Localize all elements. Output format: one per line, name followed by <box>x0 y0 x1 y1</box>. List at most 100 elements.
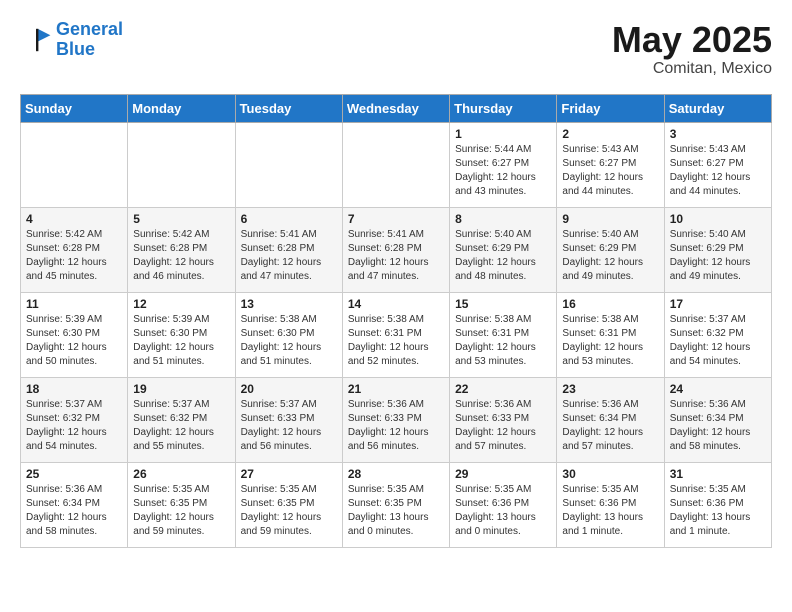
day-number: 25 <box>26 467 122 481</box>
day-number: 3 <box>670 127 766 141</box>
day-info: Sunrise: 5:36 AMSunset: 6:34 PMDaylight:… <box>670 398 766 454</box>
calendar-cell: 3 Sunrise: 5:43 AMSunset: 6:27 PMDaylight… <box>664 122 771 207</box>
calendar-cell: 7Sunrise: 5:41 AMSunset: 6:28 PMDaylight… <box>342 207 449 292</box>
calendar-cell: 4Sunrise: 5:42 AMSunset: 6:28 PMDaylight… <box>21 207 128 292</box>
header-friday: Friday <box>557 94 664 122</box>
calendar-cell: 18 Sunrise: 5:37 AMSunset: 6:32 PMDayligh… <box>21 377 128 462</box>
day-number: 6 <box>241 212 337 226</box>
calendar-cell: 23 Sunrise: 5:36 AMSunset: 6:34 PMDayligh… <box>557 377 664 462</box>
day-info: Sunrise: 5:36 AMSunset: 6:34 PMDaylight:… <box>562 398 658 454</box>
day-info: Sunrise: 5:40 AMSunset: 6:29 PMDaylight:… <box>455 228 551 284</box>
day-info: Sunrise: 5:43 AMSunset: 6:27 PMDaylight:… <box>562 143 658 199</box>
calendar-cell: 22 Sunrise: 5:36 AMSunset: 6:33 PMDayligh… <box>450 377 557 462</box>
day-number: 1 <box>455 127 551 141</box>
calendar-table: Sunday Monday Tuesday Wednesday Thursday… <box>20 94 772 548</box>
day-number: 17 <box>670 297 766 311</box>
day-info: Sunrise: 5:38 AMSunset: 6:31 PMDaylight:… <box>455 313 551 369</box>
calendar-cell: 25Sunrise: 5:36 AMSunset: 6:34 PMDayligh… <box>21 462 128 547</box>
day-number: 9 <box>562 212 658 226</box>
day-number: 12 <box>133 297 229 311</box>
day-info: Sunrise: 5:43 AMSunset: 6:27 PMDaylight:… <box>670 143 766 199</box>
day-number: 15 <box>455 297 551 311</box>
calendar-cell: 20 Sunrise: 5:37 AMSunset: 6:33 PMDayligh… <box>235 377 342 462</box>
week-row-2: 4 Sunrise: 5:42 AMSunset: 6:28 PMDaylight… <box>21 207 772 292</box>
day-number: 18 <box>26 382 122 396</box>
day-number: 20 <box>241 382 337 396</box>
calendar-cell: 8Sunrise: 5:40 AMSunset: 6:29 PMDaylight… <box>450 207 557 292</box>
logo-line2: Blue <box>56 39 95 59</box>
day-info: Sunrise: 5:37 AMSunset: 6:33 PMDaylight:… <box>241 398 337 454</box>
logo-text: General Blue <box>56 20 123 60</box>
day-info: Sunrise: 5:40 AMSunset: 6:29 PMDaylight:… <box>670 228 766 284</box>
calendar-cell: 2 Sunrise: 5:43 AMSunset: 6:27 PMDaylight… <box>557 122 664 207</box>
calendar-cell: 29Sunrise: 5:35 AMSunset: 6:36 PMDayligh… <box>450 462 557 547</box>
header-tuesday: Tuesday <box>235 94 342 122</box>
calendar-cell: 14Sunrise: 5:38 AMSunset: 6:31 PMDayligh… <box>342 292 449 377</box>
day-info: Sunrise: 5:36 AMSunset: 6:33 PMDaylight:… <box>455 398 551 454</box>
day-number: 4 <box>26 212 122 226</box>
day-info: Sunrise: 5:35 AMSunset: 6:36 PMDaylight:… <box>455 483 551 539</box>
calendar-cell: 24 Sunrise: 5:36 AMSunset: 6:34 PMDayligh… <box>664 377 771 462</box>
calendar-cell: 28Sunrise: 5:35 AMSunset: 6:35 PMDayligh… <box>342 462 449 547</box>
day-info: Sunrise: 5:39 AMSunset: 6:30 PMDaylight:… <box>133 313 229 369</box>
day-info: Sunrise: 5:35 AMSunset: 6:35 PMDaylight:… <box>348 483 444 539</box>
week-row-1: 1 Sunrise: 5:44 AMSunset: 6:27 PMDaylight… <box>21 122 772 207</box>
logo: General Blue <box>20 20 123 60</box>
calendar-cell: 17 Sunrise: 5:37 AMSunset: 6:32 PMDayligh… <box>664 292 771 377</box>
day-number: 26 <box>133 467 229 481</box>
day-number: 23 <box>562 382 658 396</box>
title-block: May 2025 Comitan, Mexico <box>612 20 772 78</box>
day-number: 31 <box>670 467 766 481</box>
header-monday: Monday <box>128 94 235 122</box>
calendar-cell: 12 Sunrise: 5:39 AMSunset: 6:30 PMDayligh… <box>128 292 235 377</box>
week-row-3: 11 Sunrise: 5:39 AMSunset: 6:30 PMDayligh… <box>21 292 772 377</box>
calendar-cell: 15 Sunrise: 5:38 AMSunset: 6:31 PMDayligh… <box>450 292 557 377</box>
logo-icon <box>20 24 52 56</box>
day-number: 30 <box>562 467 658 481</box>
calendar-cell: 1 Sunrise: 5:44 AMSunset: 6:27 PMDaylight… <box>450 122 557 207</box>
calendar-cell: 30 Sunrise: 5:35 AMSunset: 6:36 PMDayligh… <box>557 462 664 547</box>
day-info: Sunrise: 5:38 AMSunset: 6:30 PMDaylight:… <box>241 313 337 369</box>
day-info: Sunrise: 5:35 AMSunset: 6:36 PMDaylight:… <box>670 483 766 539</box>
calendar-cell <box>235 122 342 207</box>
calendar-cell: 9Sunrise: 5:40 AMSunset: 6:29 PMDaylight… <box>557 207 664 292</box>
day-info: Sunrise: 5:35 AMSunset: 6:35 PMDaylight:… <box>133 483 229 539</box>
day-number: 27 <box>241 467 337 481</box>
header-wednesday: Wednesday <box>342 94 449 122</box>
calendar-cell: 27 Sunrise: 5:35 AMSunset: 6:35 PMDayligh… <box>235 462 342 547</box>
location: Comitan, Mexico <box>612 60 772 78</box>
logo-line1: General <box>56 19 123 39</box>
day-info: Sunrise: 5:44 AMSunset: 6:27 PMDaylight:… <box>455 143 551 199</box>
day-info: Sunrise: 5:41 AMSunset: 6:28 PMDaylight:… <box>348 228 444 284</box>
week-row-5: 25Sunrise: 5:36 AMSunset: 6:34 PMDayligh… <box>21 462 772 547</box>
calendar-cell <box>21 122 128 207</box>
week-row-4: 18 Sunrise: 5:37 AMSunset: 6:32 PMDayligh… <box>21 377 772 462</box>
page-header: General Blue May 2025 Comitan, Mexico <box>20 20 772 78</box>
day-info: Sunrise: 5:37 AMSunset: 6:32 PMDaylight:… <box>670 313 766 369</box>
header-saturday: Saturday <box>664 94 771 122</box>
month-year: May 2025 <box>612 20 772 60</box>
day-info: Sunrise: 5:37 AMSunset: 6:32 PMDaylight:… <box>26 398 122 454</box>
calendar-cell <box>342 122 449 207</box>
day-info: Sunrise: 5:37 AMSunset: 6:32 PMDaylight:… <box>133 398 229 454</box>
calendar-cell: 26 Sunrise: 5:35 AMSunset: 6:35 PMDayligh… <box>128 462 235 547</box>
calendar-cell: 10Sunrise: 5:40 AMSunset: 6:29 PMDayligh… <box>664 207 771 292</box>
day-number: 11 <box>26 297 122 311</box>
calendar-cell: 21Sunrise: 5:36 AMSunset: 6:33 PMDayligh… <box>342 377 449 462</box>
day-number: 2 <box>562 127 658 141</box>
day-number: 22 <box>455 382 551 396</box>
calendar-cell: 6Sunrise: 5:41 AMSunset: 6:28 PMDaylight… <box>235 207 342 292</box>
day-info: Sunrise: 5:42 AMSunset: 6:28 PMDaylight:… <box>133 228 229 284</box>
day-info: Sunrise: 5:35 AMSunset: 6:36 PMDaylight:… <box>562 483 658 539</box>
day-info: Sunrise: 5:38 AMSunset: 6:31 PMDaylight:… <box>562 313 658 369</box>
day-number: 13 <box>241 297 337 311</box>
calendar-cell: 16Sunrise: 5:38 AMSunset: 6:31 PMDayligh… <box>557 292 664 377</box>
calendar-cell <box>128 122 235 207</box>
calendar-cell: 13 Sunrise: 5:38 AMSunset: 6:30 PMDayligh… <box>235 292 342 377</box>
day-number: 24 <box>670 382 766 396</box>
header-row: Sunday Monday Tuesday Wednesday Thursday… <box>21 94 772 122</box>
day-info: Sunrise: 5:35 AMSunset: 6:35 PMDaylight:… <box>241 483 337 539</box>
day-number: 14 <box>348 297 444 311</box>
day-number: 19 <box>133 382 229 396</box>
header-sunday: Sunday <box>21 94 128 122</box>
